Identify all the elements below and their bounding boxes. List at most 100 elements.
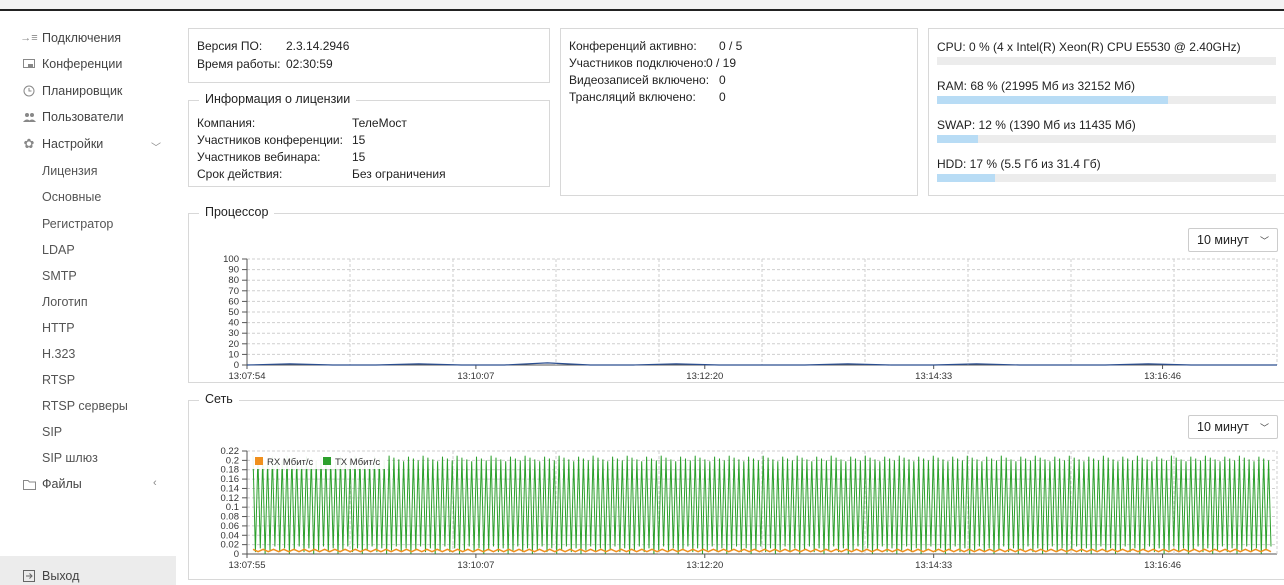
stat-value: 0 <box>719 90 726 104</box>
legend-rx-swatch <box>255 457 263 465</box>
logout-label: Выход <box>42 569 80 583</box>
sidebar-item-users[interactable]: Пользователи <box>22 107 124 127</box>
sidebar-item-label: Пользователи <box>42 110 124 124</box>
license-expiry-value: Без ограничения <box>352 167 446 181</box>
x-tick-label: 13:07:55 <box>229 560 266 571</box>
sidebar-subitem[interactable]: Основные <box>42 187 101 207</box>
license-company-label: Компания: <box>197 116 256 130</box>
ram-usage-fill <box>937 96 1168 104</box>
swap-usage-bar <box>937 135 1276 143</box>
sidebar-subitem[interactable]: SMTP <box>42 266 77 286</box>
sidebar-item-label: Настройки <box>42 137 104 151</box>
sidebar-subitem[interactable]: Лицензия <box>42 161 98 181</box>
y-tick-label: 50 <box>228 307 239 318</box>
license-title: Информация о лицензии <box>199 92 357 106</box>
tx-series-line <box>252 455 1272 555</box>
y-tick-label: 90 <box>228 265 239 276</box>
hdd-usage-bar <box>937 174 1276 182</box>
y-tick-label: 0.2 <box>226 455 239 466</box>
stat-label: Видеозаписей включено: <box>569 73 710 87</box>
y-tick-label: 60 <box>228 296 239 307</box>
y-tick-label: 40 <box>228 318 239 329</box>
sidebar-item-files[interactable]: Файлы <box>22 474 82 494</box>
legend-tx-swatch <box>323 457 331 465</box>
sidebar-subitem[interactable]: SIP шлюз <box>42 448 98 468</box>
x-tick-label: 13:10:07 <box>457 371 494 382</box>
chevron-down-icon[interactable]: ﹀ <box>151 139 161 154</box>
ram-usage-bar <box>937 96 1276 104</box>
logout-icon <box>22 569 36 583</box>
uptime-value: 02:30:59 <box>286 57 333 71</box>
network-chart-panel: Сеть 10 минут ﹀ 0 0.02 0.04 0.06 0.08 0.1 0.12… <box>188 392 1284 580</box>
y-tick-label: 100 <box>223 254 239 265</box>
ram-usage-text: RAM: 68 % (21995 Мб из 32152 Мб) <box>937 79 1136 93</box>
sidebar-subitem[interactable]: Логотип <box>42 292 88 312</box>
sidebar-subitem[interactable]: LDAP <box>42 240 75 260</box>
resources-panel: CPU: 0 % (4 x Intel(R) Xeon(R) CPU E5530… <box>928 28 1284 196</box>
y-tick-label: 0.02 <box>221 540 240 551</box>
y-tick-label: 0.04 <box>221 530 240 541</box>
main-content: Версия ПО: 2.3.14.2946 Время работы: 02:… <box>176 11 1284 585</box>
connections-icon: →≡ <box>20 32 38 44</box>
version-label: Версия ПО: <box>197 39 263 53</box>
sidebar-subitem[interactable]: Регистратор <box>42 214 113 234</box>
x-tick-label: 13:16:46 <box>1144 371 1181 382</box>
stat-label: Участников подключено: <box>569 56 707 70</box>
legend-tx-label: TX Мбит/с <box>335 457 380 468</box>
version-panel: Версия ПО: 2.3.14.2946 Время работы: 02:… <box>188 28 550 83</box>
chevron-left-icon[interactable]: ‹ <box>153 477 157 489</box>
y-tick-label: 0.1 <box>226 502 239 513</box>
y-tick-label: 10 <box>228 349 239 360</box>
swap-usage-text: SWAP: 12 % (1390 Мб из 11435 Мб) <box>937 118 1136 132</box>
x-tick-label: 13:12:20 <box>686 371 723 382</box>
license-conf-participants-label: Участников конференции: <box>197 133 343 147</box>
stat-value: 0 / 19 <box>706 56 737 70</box>
sidebar-item-label: Планировщик <box>42 84 123 98</box>
sidebar-item-conferences[interactable]: Конференции <box>22 54 122 74</box>
network-chart: 00.020.040.060.080.10.120.140.160.180.20… <box>221 446 1278 571</box>
sidebar-item-label: Конференции <box>42 57 123 71</box>
x-tick-label: 13:12:20 <box>686 560 723 571</box>
stat-value: 0 <box>719 73 726 87</box>
sidebar-subitem[interactable]: H.323 <box>42 344 75 364</box>
x-tick-label: 13:14:33 <box>915 560 952 571</box>
cpu-usage-bar <box>937 57 1276 65</box>
x-tick-label: 13:10:07 <box>457 560 494 571</box>
sidebar-item-label: Подключения <box>42 31 122 45</box>
version-value: 2.3.14.2946 <box>286 39 350 53</box>
sidebar-item-label: Файлы <box>42 477 82 491</box>
stat-value: 0 / 5 <box>719 39 743 53</box>
sidebar-item-connections[interactable]: →≡ Подключения <box>20 28 122 48</box>
license-webinar-value: 15 <box>352 150 366 164</box>
y-tick-label: 0 <box>234 360 239 371</box>
cpu-chart-panel: Процессор 10 минут ﹀ 0 10 20 30 40 50 60 70 80 90… <box>188 205 1284 383</box>
license-company-value: ТелеМост <box>352 116 407 130</box>
sidebar-subitem[interactable]: SIP <box>42 422 62 442</box>
license-panel: Информация о лицензии Компания: ТелеМост… <box>188 92 550 187</box>
stats-panel: Конференций активно: 0 / 5 Участников по… <box>560 28 918 196</box>
sidebar-subitem[interactable]: RTSP серверы <box>42 396 128 416</box>
sidebar-item-settings[interactable]: ✿ Настройки <box>22 134 104 154</box>
x-tick-label: 13:07:54 <box>229 371 266 382</box>
sidebar-subitem[interactable]: HTTP <box>42 318 75 338</box>
cpu-series-line <box>246 362 1277 366</box>
y-tick-label: 0 <box>234 549 239 560</box>
uptime-label: Время работы: <box>197 57 281 71</box>
y-tick-label: 80 <box>228 275 239 286</box>
logout-button[interactable]: Выход <box>22 566 79 585</box>
swap-usage-fill <box>937 135 978 143</box>
y-tick-label: 0.16 <box>221 474 240 485</box>
conferences-icon <box>22 57 36 71</box>
legend-rx-label: RX Мбит/с <box>267 457 313 468</box>
cpu-usage-text: CPU: 0 % (4 x Intel(R) Xeon(R) CPU E5530… <box>937 40 1241 54</box>
hdd-usage-text: HDD: 17 % (5.5 Гб из 31.4 Гб) <box>937 157 1101 171</box>
y-tick-label: 30 <box>228 328 239 339</box>
cpu-chart: 0102030405060708090100 13:07:54 13:10:07 13… <box>223 254 1278 382</box>
sidebar-subitem[interactable]: RTSP <box>42 370 75 390</box>
users-icon <box>22 110 36 124</box>
y-tick-label: 0.06 <box>221 521 240 532</box>
folder-icon <box>22 477 36 491</box>
x-tick-label: 13:14:33 <box>915 371 952 382</box>
y-tick-label: 0.18 <box>221 465 240 476</box>
sidebar-item-scheduler[interactable]: Планировщик <box>22 81 122 101</box>
